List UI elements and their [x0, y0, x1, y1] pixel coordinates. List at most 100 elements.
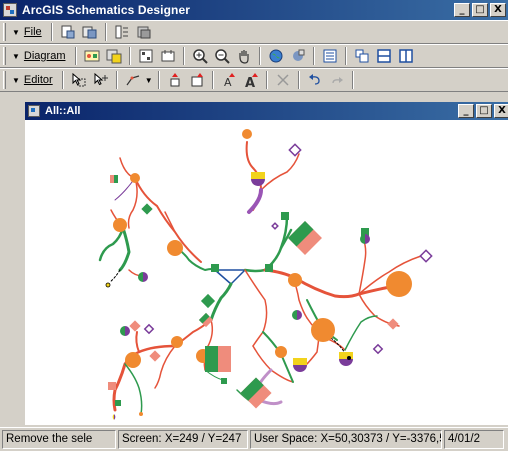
undo-icon	[308, 74, 320, 85]
move-node-icon	[94, 72, 108, 86]
diagram-menu-label: Diagram	[23, 50, 66, 62]
add-node-button[interactable]	[165, 70, 185, 90]
open-button[interactable]	[80, 22, 100, 42]
valve-node	[365, 234, 370, 244]
zoom-in-button[interactable]	[190, 46, 210, 66]
endpoint-node	[372, 343, 384, 355]
diagram-toolbar: ▼ Diagram	[0, 44, 508, 68]
schematic-link	[344, 315, 378, 351]
title-bar[interactable]: ArcGIS Schematics Designer _ □ X	[0, 0, 508, 20]
add-node-icon	[170, 73, 180, 87]
toolbar-grip[interactable]	[3, 47, 6, 65]
columns-button[interactable]	[396, 46, 416, 66]
text-up-button[interactable]: A	[219, 70, 239, 90]
station-node	[114, 175, 118, 183]
select-button[interactable]	[69, 70, 89, 90]
valve-node	[297, 310, 302, 320]
valve-node	[125, 326, 130, 336]
mdi-area	[0, 92, 508, 102]
diagram-title-bar[interactable]: All::All _ □ X	[25, 102, 508, 120]
application-window: ArcGIS Schematics Designer _ □ X ▼ File ▼…	[0, 0, 508, 451]
undo-button[interactable]	[305, 70, 325, 90]
schematic-link	[252, 345, 294, 383]
junction-node	[171, 336, 183, 348]
layout-icon	[292, 49, 304, 61]
diagram-canvas[interactable]	[25, 120, 508, 425]
redo-button[interactable]	[327, 70, 347, 90]
diagram-minimize-button[interactable]: _	[458, 104, 474, 118]
minimize-button[interactable]: _	[454, 3, 470, 17]
valve-node	[251, 172, 265, 179]
valve-node	[293, 358, 307, 365]
app-icon[interactable]	[3, 3, 17, 17]
new-icon	[61, 25, 75, 39]
schematic-link	[154, 345, 176, 389]
station-node	[265, 264, 273, 272]
text-up-icon: A	[224, 73, 235, 88]
separator	[104, 23, 107, 41]
list-button[interactable]	[320, 46, 340, 66]
station-node	[281, 212, 289, 220]
pan-button[interactable]	[234, 46, 254, 66]
diagram-open-button[interactable]	[104, 46, 124, 66]
toolbar-grip[interactable]	[3, 23, 6, 41]
split-button[interactable]	[374, 46, 394, 66]
file-menu[interactable]: ▼ File	[10, 22, 47, 42]
tile-button[interactable]	[352, 46, 372, 66]
globe-icon	[269, 49, 282, 63]
station-node	[115, 400, 121, 406]
toolbar-grip[interactable]	[3, 71, 6, 89]
list-icon	[323, 49, 336, 63]
layout-button[interactable]	[288, 46, 308, 66]
status-date: 4/01/2	[444, 430, 504, 449]
schematic-link	[260, 153, 300, 191]
close-button[interactable]: X	[490, 3, 506, 17]
zoom-in-icon	[192, 49, 208, 64]
chevron-down-icon: ▼	[12, 51, 20, 61]
maximize-button[interactable]: □	[472, 3, 488, 17]
endpoint-node	[143, 323, 155, 335]
separator	[157, 71, 160, 89]
schematic-link	[263, 268, 361, 299]
properties-button[interactable]	[112, 22, 132, 42]
valve-node	[360, 234, 365, 244]
svg-text:A: A	[245, 76, 255, 88]
junction-node	[386, 271, 412, 297]
columns-icon	[398, 49, 413, 63]
diagram-window-title: All::All	[45, 105, 81, 117]
diagram-maximize-button[interactable]: □	[476, 104, 492, 118]
diagram-window-icon[interactable]	[28, 105, 40, 117]
svg-text:A: A	[224, 76, 232, 88]
chevron-down-icon: ▼	[12, 75, 20, 85]
move-node-button[interactable]	[91, 70, 111, 90]
save-diagram-button[interactable]	[136, 46, 156, 66]
valve-node	[293, 365, 307, 372]
layers-button[interactable]	[134, 22, 154, 42]
valve-node	[292, 310, 297, 320]
draw-link-icon	[126, 75, 139, 86]
diagram-new-button[interactable]	[82, 46, 102, 66]
diagram-menu[interactable]: ▼ Diagram	[10, 46, 71, 66]
dropdown-button[interactable]: ▼	[145, 70, 153, 90]
diagram-open-icon	[106, 49, 121, 64]
zoom-out-button[interactable]	[212, 46, 232, 66]
text-down-button[interactable]: A	[241, 70, 261, 90]
draw-link-button[interactable]	[123, 70, 143, 90]
globe-button[interactable]	[266, 46, 286, 66]
junction-node	[113, 218, 127, 232]
new-button[interactable]	[58, 22, 78, 42]
editor-menu[interactable]: ▼ Editor	[10, 70, 58, 90]
station-node	[211, 264, 219, 272]
diagram-window: All::All _ □ X	[23, 102, 508, 425]
schematic-link	[98, 226, 125, 262]
redo-icon	[332, 77, 343, 84]
separator	[258, 47, 261, 65]
diagram-close-button[interactable]: X	[494, 104, 508, 118]
export-button[interactable]	[158, 46, 178, 66]
remove-node-button[interactable]	[187, 70, 207, 90]
file-menu-label: File	[23, 26, 42, 38]
station-node	[387, 318, 399, 330]
chevron-down-icon: ▼	[12, 27, 20, 37]
delete-button[interactable]	[273, 70, 293, 90]
mdi-gutter	[0, 92, 23, 425]
